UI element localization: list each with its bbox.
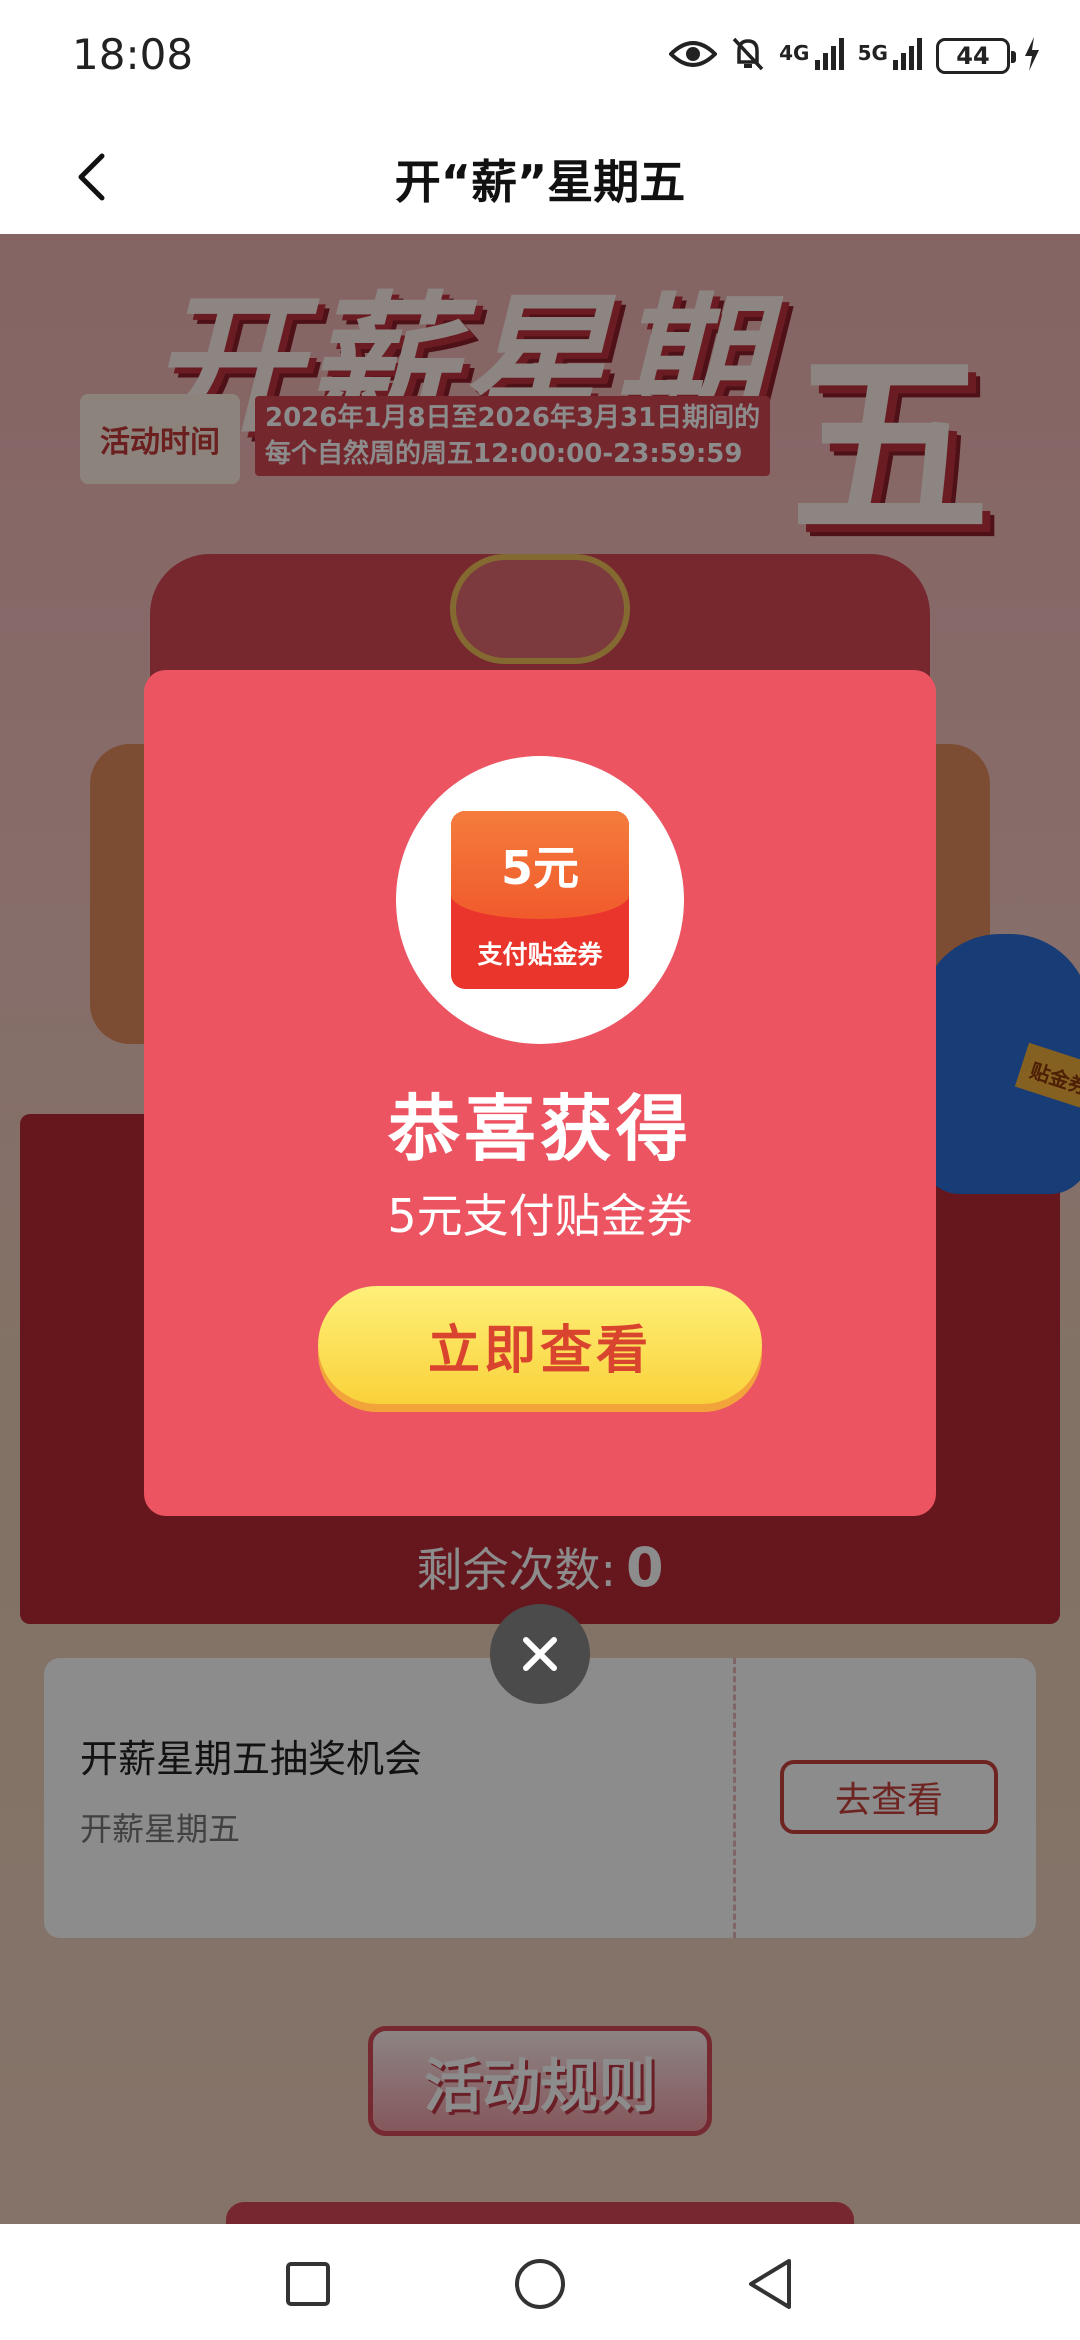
signal-icon: 5G (858, 38, 922, 74)
close-icon (523, 1637, 557, 1671)
home-circle-icon (515, 2259, 565, 2309)
charging-icon (1024, 37, 1040, 75)
signal-icon: 4G (779, 38, 844, 74)
coupon-label: 支付贴金券 (477, 940, 603, 969)
eye-icon (668, 38, 718, 74)
coupon-amount: 5元 (451, 811, 629, 919)
battery-level: 44 (956, 42, 990, 70)
battery-icon: 44 (936, 38, 1016, 74)
system-nav-bar (0, 2224, 1080, 2340)
network-label-5g: 5G (857, 41, 888, 65)
recents-square-icon (286, 2262, 330, 2306)
prize-name: 5元支付贴金券 (387, 1189, 693, 1243)
nav-bar: 开“薪”星期五 (0, 118, 1080, 234)
back-nav-button[interactable] (740, 2254, 800, 2314)
page-title: 开“薪”星期五 (394, 155, 686, 209)
recents-button[interactable] (278, 2254, 338, 2314)
congrats-title: 恭喜获得 (387, 1087, 692, 1171)
coupon-badge: 5元 支付贴金券 (396, 756, 684, 1044)
bell-off-icon (731, 36, 765, 76)
status-bar: 18:08 4G 5G 44 (0, 0, 1080, 118)
back-triangle-icon (749, 2259, 791, 2309)
prize-modal: 5元 支付贴金券 恭喜获得 5元支付贴金券 立即查看 (144, 670, 936, 1516)
status-time: 18:08 (72, 30, 194, 79)
network-label-4g: 4G (779, 41, 810, 65)
view-now-button[interactable]: 立即查看 (318, 1286, 762, 1404)
coupon-icon: 5元 支付贴金券 (451, 811, 629, 989)
status-icons: 4G 5G 44 (668, 34, 1040, 78)
home-button[interactable] (510, 2254, 570, 2314)
close-button[interactable] (490, 1604, 590, 1704)
